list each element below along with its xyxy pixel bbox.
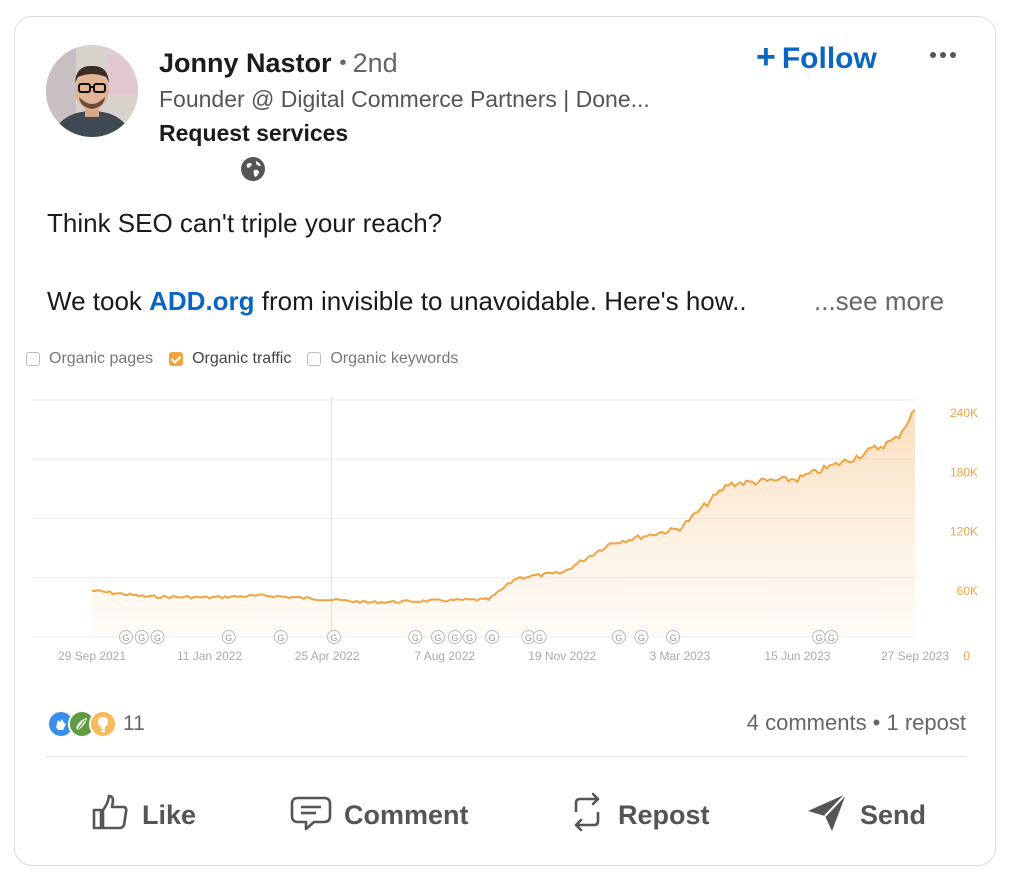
google-update-marker-label: G xyxy=(815,633,822,643)
chart-legend: Organic pages Organic traffic Organic ke… xyxy=(26,350,474,368)
send-icon xyxy=(806,791,860,840)
traffic-chart-image[interactable]: Organic pages Organic traffic Organic ke… xyxy=(20,340,995,670)
x-tick-label: 25 Apr 2022 xyxy=(295,649,360,663)
x-tick-label: 11 Jan 2022 xyxy=(177,649,242,663)
post-text-prefix: We took xyxy=(47,286,150,316)
add-org-link[interactable]: ADD.org xyxy=(149,286,254,316)
see-more-button[interactable]: ...see more xyxy=(814,286,944,317)
ellipsis-icon[interactable] xyxy=(928,48,958,62)
google-update-marker-label: G xyxy=(451,633,458,643)
send-button[interactable]: Send xyxy=(806,790,926,840)
repost-label: Repost xyxy=(618,799,710,830)
comments-reposts-count[interactable]: 4 comments • 1 repost xyxy=(747,710,966,736)
google-update-marker-label: G xyxy=(638,633,645,643)
post-text-line-2: We took ADD.org from invisible to unavoi… xyxy=(47,286,747,317)
x-tick-label: 7 Aug 2022 xyxy=(414,649,475,663)
reactions-summary[interactable]: 11 xyxy=(47,710,145,738)
google-update-marker-label: G xyxy=(536,633,543,643)
y-tick-label: 180K xyxy=(950,465,978,479)
google-update-marker-label: G xyxy=(412,633,419,643)
google-update-marker-label: G xyxy=(225,633,232,643)
plus-icon: + xyxy=(756,38,776,76)
follow-button[interactable]: + Follow xyxy=(756,38,877,77)
google-update-marker-label: G xyxy=(489,633,496,643)
separator-dot: • xyxy=(339,52,347,74)
legend-organic-traffic: Organic traffic xyxy=(169,350,291,368)
google-update-marker-label: G xyxy=(525,633,532,643)
google-update-marker-label: G xyxy=(138,633,145,643)
globe-icon xyxy=(240,156,266,182)
divider xyxy=(46,756,966,757)
insightful-icon xyxy=(89,710,117,738)
post-text-suffix: from invisible to unavoidable. Here's ho… xyxy=(254,286,747,316)
x-tick-label: 27 Sep 2023 xyxy=(881,649,949,663)
thumbs-up-icon xyxy=(90,792,142,839)
checkbox-checked-icon xyxy=(169,352,184,366)
y-tick-label: 120K xyxy=(950,525,978,539)
comment-label: Comment xyxy=(344,799,469,830)
follow-label: Follow xyxy=(781,42,877,75)
google-update-marker-label: G xyxy=(154,633,161,643)
y-tick-label: 0 xyxy=(963,649,970,663)
organic-traffic-area xyxy=(92,409,915,637)
connection-degree: 2nd xyxy=(352,48,398,78)
author-name[interactable]: Jonny Nastor xyxy=(159,48,332,78)
post-text-line-1: Think SEO can't triple your reach? xyxy=(47,208,443,238)
google-update-marker-label: G xyxy=(615,633,622,643)
google-update-marker-label: G xyxy=(828,633,835,643)
google-update-marker-label: G xyxy=(277,633,284,643)
checkbox-icon xyxy=(307,352,322,366)
google-update-marker-label: G xyxy=(434,633,441,643)
like-button[interactable]: Like xyxy=(90,790,196,840)
legend-label: Organic keywords xyxy=(330,350,459,367)
x-tick-label: 3 Mar 2023 xyxy=(650,649,711,663)
legend-label: Organic traffic xyxy=(192,350,292,367)
repost-button[interactable]: Repost xyxy=(568,790,710,840)
legend-label: Organic pages xyxy=(49,350,154,367)
action-bar: Like Comment Repost Send xyxy=(0,780,1024,850)
legend-organic-pages: Organic pages xyxy=(26,350,153,368)
y-tick-label: 60K xyxy=(957,584,978,598)
traffic-chart-svg: 240K 180K 120K 60K 0 29 Sep 2021 11 Jan 2022 25… xyxy=(32,396,978,663)
reaction-count: 11 xyxy=(123,712,145,735)
google-update-marker-label: G xyxy=(466,633,473,643)
x-tick-label: 19 Nov 2022 xyxy=(528,649,596,663)
google-update-marker-label: G xyxy=(670,633,677,643)
comment-icon xyxy=(290,792,344,839)
author-avatar[interactable] xyxy=(46,45,138,137)
checkbox-icon xyxy=(26,352,40,366)
author-headline: Founder @ Digital Commerce Partners | Do… xyxy=(159,86,650,112)
send-label: Send xyxy=(860,799,927,830)
request-services-link[interactable]: Request services xyxy=(159,120,348,147)
comment-button[interactable]: Comment xyxy=(290,790,469,840)
google-update-marker-label: G xyxy=(330,633,337,643)
legend-organic-keywords: Organic keywords xyxy=(307,350,458,368)
repost-icon xyxy=(568,791,618,840)
x-tick-label: 15 Jun 2023 xyxy=(764,649,830,663)
like-label: Like xyxy=(142,799,197,830)
x-tick-label: 29 Sep 2021 xyxy=(58,649,126,663)
google-update-marker-label: G xyxy=(122,633,129,643)
y-tick-label: 240K xyxy=(950,406,978,420)
author-name-row: Jonny Nastor • 2nd xyxy=(159,48,398,79)
